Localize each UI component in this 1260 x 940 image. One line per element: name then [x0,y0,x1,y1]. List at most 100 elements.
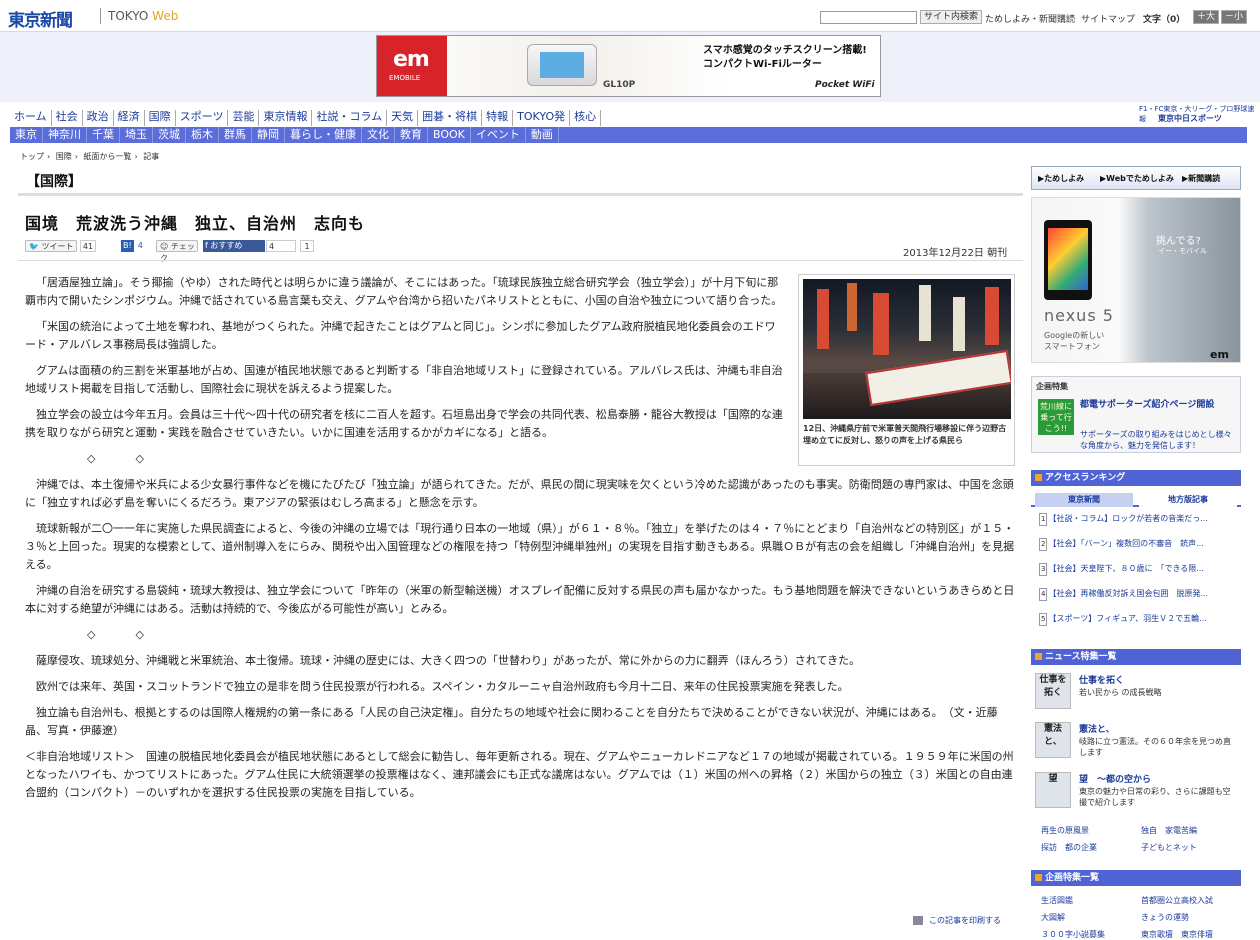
news-feature-thumb[interactable]: 仕事を拓く [1035,673,1071,709]
article-paragraph: 琉球新報が二〇一一年に実施した県民調査によると、今後の沖縄の立場では「現行通り日… [25,522,1015,571]
em-logo: em [1210,348,1229,361]
nav-item[interactable]: 核心 [570,110,602,126]
link-kigyo[interactable]: 探訪 都の企業 [1031,839,1131,856]
region-nav-item[interactable]: 静岡 [252,127,285,143]
ranking-tab-tokyo[interactable]: 東京新聞 [1035,493,1133,507]
nav-item[interactable]: 社会 [52,110,83,126]
subscription-tabs: ▶ためしよみ ▶Webでためしよみ ▶新聞購読 [1031,166,1241,190]
link-shosetsu[interactable]: ３００字小説募集 [1031,926,1131,940]
region-nav-item[interactable]: 文化 [362,127,395,143]
feature-box: 企画特集 荒川線に乗って行こう!! 都電サポーターズ紹介ページ開設 サポーターズ… [1031,376,1241,453]
tab-web-trial[interactable]: ▶Webでためしよみ [1100,173,1174,184]
news-feature-item[interactable]: 憲法と、 憲法と、 岐路に立つ憲法。その６０年余を見つめ直します [1035,722,1239,766]
font-smaller-button[interactable]: －小 [1221,10,1248,24]
facebook-recommend-button[interactable]: f おすすめ [203,240,265,252]
glossary-note: ＜非自治地域リスト＞ 国連の脱植民地化委員会が植民地状態にあるとして総会に勧告し… [25,750,1014,799]
nav-item[interactable]: 特報 [482,110,514,126]
link-kaden[interactable]: 独自 家電苦編 [1131,822,1231,839]
ranking-item[interactable]: 4 【社会】再稼働反対訴え国会包囲 脱原発... [1031,588,1241,613]
ranking-item[interactable]: 2 【社会】「バーン」複数回の不審音 銃声... [1031,538,1241,563]
news-links: 再生の原風景 独自 家電苦編 探訪 都の企業 子どもとネット [1031,822,1241,856]
breadcrumb-paper-list[interactable]: 紙面から一覧 [84,152,132,161]
nav-item[interactable]: 天気 [387,110,419,126]
nav-item[interactable]: 国際 [145,110,176,126]
sitemap-link[interactable]: サイトマップ [1081,12,1135,25]
ad-copy-2: コンパクトWi-Fiルーター [703,59,822,70]
news-feature-title[interactable]: 憲法と、 [1079,722,1115,735]
special-links: 生活図鑑 首都圏公立高校入試 大図解 きょうの運勢 ３００字小説募集 東京歌壇 東京俳… [1031,892,1241,940]
news-feature-thumb[interactable]: 憲法と、 [1035,722,1071,758]
phone-image [1044,220,1092,300]
ad-copy-1: スマホ感覚のタッチスクリーン搭載! [703,45,867,56]
toden-title-link[interactable]: 都電サポーターズ紹介ページ開設 [1080,399,1234,412]
nav-item[interactable]: 社説・コラム [312,110,388,126]
region-nav-item[interactable]: 千葉 [87,127,120,143]
toden-logo[interactable]: 荒川線に乗って行こう!! [1038,399,1074,435]
news-feature-thumb[interactable]: 望 [1035,772,1071,808]
top-bar: 東京新聞 TOKYO Web サイト内検索 ためしよみ・新聞購読 サイトマップ … [0,0,1260,32]
region-nav-item[interactable]: イベント [471,127,526,143]
link-genfukei[interactable]: 再生の原風景 [1031,822,1131,839]
logo-sub-web: Web [152,9,179,23]
chunichi-sports-logo[interactable]: 東京中日スポーツ [1158,113,1222,124]
nav-item[interactable]: 経済 [114,110,145,126]
nav-item[interactable]: 芸能 [228,110,260,126]
protest-photo[interactable] [803,279,1011,419]
emobile-ad-banner[interactable]: em EMOBILE GL10P スマホ感覚のタッチスクリーン搭載! コンパクトW… [376,35,881,97]
facebook-count: 4 [266,240,296,252]
link-koko-nyushi[interactable]: 首都圏公立高校入試 [1131,892,1231,909]
region-nav-item[interactable]: 神奈川 [43,127,87,143]
nav-item[interactable]: 政治 [83,110,114,126]
article-paragraph: 欧州では来年、英国・スコットランドで独立の是非を問う住民投票が行われる。スペイン… [36,680,849,693]
news-feature-item[interactable]: 仕事を拓く 仕事を拓く 若い民から の成長戦略 [1035,673,1239,717]
tweet-button[interactable]: 🐦 ツイート [25,240,77,252]
section-header: 【国際】 [18,166,1023,196]
link-unsei[interactable]: きょうの運勢 [1131,909,1231,926]
nav-item[interactable]: 東京情報 [259,110,313,126]
region-nav-item[interactable]: 東京 [10,127,43,143]
ranking-title: 【スポーツ】フィギュア、羽生Ｖ２で五輪... [1048,614,1207,623]
news-feature-item[interactable]: 望望 ～都の空から 東京の魅力や日常の彩り、さらに課題も空撮で紹介します [1035,772,1239,816]
nav-item[interactable]: スポーツ [176,110,229,126]
ranking-tab-local[interactable]: 地方版記事 [1139,493,1237,507]
search-input[interactable] [820,11,917,24]
hatena-bookmark-button[interactable]: B! 4 [121,240,151,252]
news-feature-desc: 岐路に立つ憲法。その６０年余を見つめ直します [1079,737,1231,757]
ranking-item[interactable]: 1 【社説・コラム】ロックが若者の音楽だっ... [1031,513,1241,538]
news-feature-title[interactable]: 望 ～都の空から [1079,772,1151,785]
rank-number: 5 [1039,613,1048,626]
link-daizukai[interactable]: 大図解 [1031,909,1131,926]
ranking-item[interactable]: 3 【社会】天皇陛下、８０歳に 「できる限... [1031,563,1241,588]
link-seikatsu[interactable]: 生活図鑑 [1031,892,1131,909]
tab-subscribe[interactable]: ▶新聞購読 [1182,173,1220,184]
region-nav-item[interactable]: 栃木 [186,127,219,143]
breadcrumb-top[interactable]: トップ [20,152,44,161]
font-larger-button[interactable]: ＋大 [1193,10,1220,24]
region-nav-item[interactable]: 埼玉 [120,127,153,143]
region-nav-item[interactable]: 茨城 [153,127,186,143]
nav-item[interactable]: 囲碁・将棋 [418,110,483,126]
news-feature-desc: 若い民から の成長戦略 [1079,688,1162,697]
trial-subscribe-link[interactable]: ためしよみ・新聞購読 [985,12,1075,25]
tab-trial[interactable]: ▶ためしよみ [1038,173,1084,184]
article-paragraph: 沖縄の自治を研究する島袋純・琉球大教授は、独立学会について「昨年の（米軍の新型輸… [25,584,1015,615]
ranking-heading: アクセスランキング [1031,470,1241,486]
site-logo-sub[interactable]: TOKYO Web [108,9,178,23]
ranking-item[interactable]: 5 【スポーツ】フィギュア、羽生Ｖ２で五輪... [1031,613,1241,638]
print-article-link[interactable]: この記事を印刷する [913,915,1001,926]
region-nav-item[interactable]: 暮らし・健康 [285,127,362,143]
link-kadan[interactable]: 東京歌壇 東京俳壇 [1131,926,1231,940]
nav-item[interactable]: TOKYO発 [513,110,571,126]
mixi-check-button[interactable]: ☺ チェック [156,240,198,263]
site-logo[interactable]: 東京新聞 [8,6,73,31]
site-search-button[interactable]: サイト内検索 [920,10,983,24]
nexus5-ad[interactable]: 挑んでる? イー・モバイル nexus 5 Googleの新しい スマートフォン … [1031,197,1241,363]
news-feature-title[interactable]: 仕事を拓く [1079,673,1124,686]
nav-item[interactable]: ホーム [10,110,52,126]
breadcrumb-international[interactable]: 国際 [56,152,72,161]
region-nav-item[interactable]: 教育 [395,127,428,143]
region-nav-item[interactable]: 群馬 [219,127,252,143]
region-nav-item[interactable]: BOOK [428,127,471,143]
region-nav-item[interactable]: 動画 [526,127,559,143]
link-kodomo[interactable]: 子どもとネット [1131,839,1231,856]
